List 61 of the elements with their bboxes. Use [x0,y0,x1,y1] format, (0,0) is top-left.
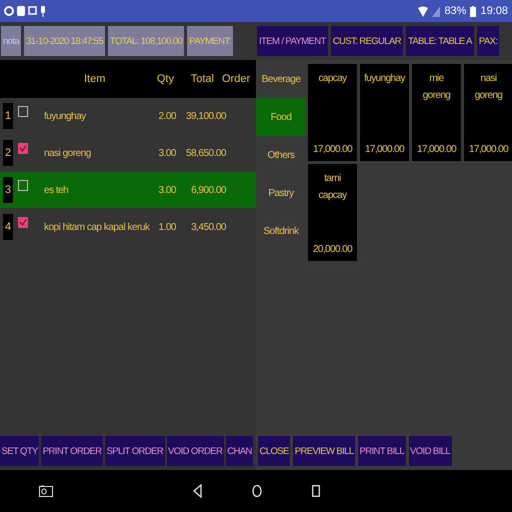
wifi-icon [418,6,428,16]
item-total: 6,900.00 [190,184,226,196]
checkbox[interactable] [18,142,28,154]
column-header: Total [190,73,214,85]
item-name: fuyunghay [44,110,87,122]
item-qty: 3.00 [158,148,176,158]
clock: 19:08 [480,5,508,17]
item-total: 39,100.00 [185,110,226,122]
action-button[interactable]: SET QTY [0,436,40,466]
action-button[interactable]: CLOSE [258,436,290,466]
item-total: 3,450.00 [190,222,226,232]
item-name: nasi goreng [44,148,92,158]
item-name: kopi hitam cap kapal keruk [44,222,151,232]
notification-icons [4,5,48,17]
category-tab[interactable]: Pastry [256,174,306,212]
action-button[interactable]: CHAN [226,436,254,466]
column-header: Item [83,73,106,85]
checkbox[interactable] [18,216,28,228]
action-button[interactable]: VOID BILL [408,436,452,466]
recents-icon[interactable] [312,485,320,497]
product-tile[interactable]: mie goreng 17,000.00 [412,64,461,161]
order-row[interactable]: 1 fuyunghay 2.00 39,100.00 [0,98,256,134]
product-tile[interactable]: nasi goreng 17,000.00 [464,64,512,161]
category-tab[interactable]: Softdrink [256,212,306,250]
home-icon[interactable] [252,484,262,498]
column-header: Order [221,73,250,85]
back-icon[interactable] [193,484,202,498]
product-tile[interactable]: fuyunghay 17,000.00 [360,64,409,161]
item-qty: 1.00 [158,222,176,232]
order-row[interactable]: 2 nasi goreng 3.00 58,650.00 [0,135,256,171]
checkbox[interactable] [18,180,28,190]
category-tab[interactable]: Others [256,136,306,174]
signal-icon [432,6,440,16]
item-qty: 2.00 [158,110,176,122]
screenshot-icon[interactable] [39,485,53,497]
category-tab[interactable]: Food [256,98,306,136]
item-name: es teh [44,184,70,196]
item-qty: 3.00 [158,184,176,196]
battery-icon [470,6,476,16]
action-button[interactable]: PRINT ORDER [41,436,103,466]
column-header: Qty [156,73,174,85]
product-tile[interactable]: capcay 17,000.00 [308,64,357,161]
header-button[interactable]: ITEM / PAYMENT [257,26,328,56]
header-button[interactable]: PAX: [476,26,500,56]
header-button[interactable]: CUST: REGULAR [330,26,403,56]
checkbox[interactable] [18,106,28,116]
item-total: 58,650.00 [185,148,226,158]
order-row[interactable]: 3 es teh 3.00 6,900.00 [0,172,256,208]
action-button[interactable]: SPLIT ORDER [104,436,165,466]
order-row[interactable]: 4 kopi hitam cap kapal keruk 1.00 3,450.00 [0,209,256,245]
action-button[interactable]: PREVIEW BILL [293,436,356,466]
row-number: 3 [3,177,13,203]
action-button[interactable]: PRINT BILL [358,436,406,466]
product-tile[interactable]: tami capcay 20,000.00 [308,164,357,261]
header-button[interactable]: TABLE: TABLE A [406,26,474,56]
row-number: 4 [3,214,13,240]
category-tab[interactable]: Beverage [256,60,306,98]
row-number: 1 [3,103,13,129]
row-number: 2 [3,140,13,166]
battery-percent: 83% [444,5,466,17]
action-button[interactable]: VOID ORDER [166,436,224,466]
